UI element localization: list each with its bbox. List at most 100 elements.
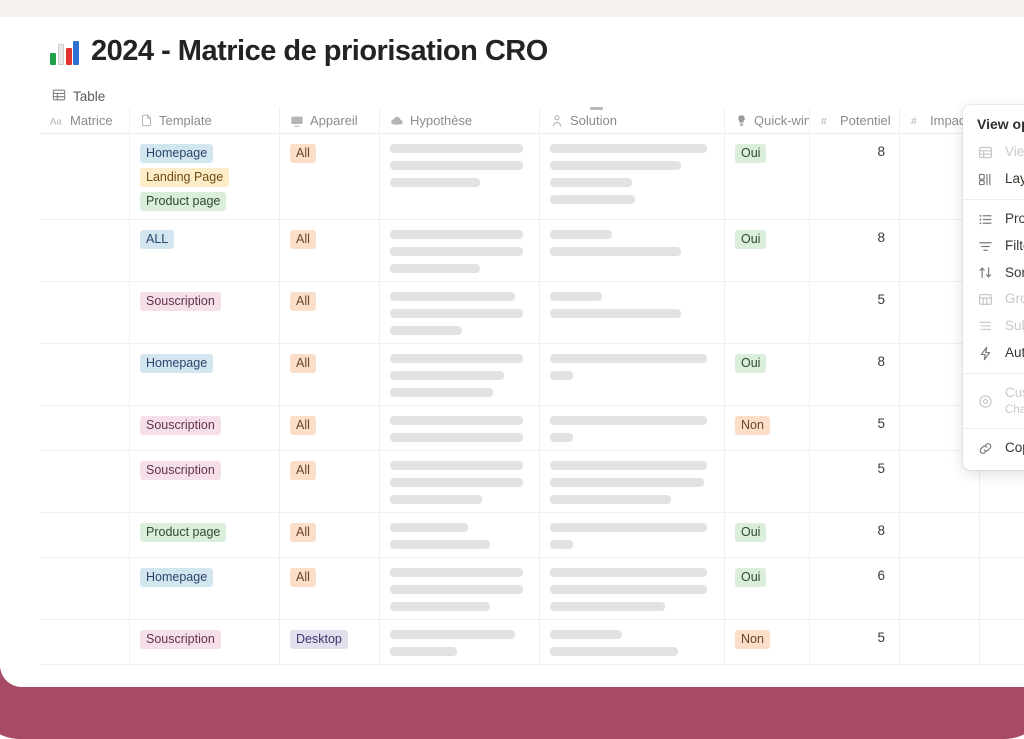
cell-matrice[interactable]	[40, 344, 130, 405]
cell-template[interactable]: Souscription	[130, 620, 280, 664]
cell-impact[interactable]	[900, 558, 980, 619]
column-header-appareil[interactable]: Appareil	[280, 107, 380, 134]
cell-quickwin[interactable]: Oui	[725, 558, 810, 619]
cell-solution[interactable]	[540, 282, 725, 343]
cell-quickwin[interactable]: Non	[725, 620, 810, 664]
template-tag[interactable]: Homepage	[140, 354, 214, 373]
cell-appareil[interactable]: All	[280, 558, 380, 619]
cell-solution[interactable]	[540, 406, 725, 450]
cell-potentiel[interactable]: 8	[810, 344, 900, 405]
template-tag[interactable]: Souscription	[140, 292, 221, 311]
cell-appareil[interactable]: Desktop	[280, 620, 380, 664]
appareil-tag[interactable]: Desktop	[290, 630, 348, 649]
menu-item-properties[interactable]: Properties	[963, 206, 1024, 233]
quickwin-tag[interactable]: Oui	[735, 568, 767, 587]
table-row[interactable]: Souscription All 5	[40, 282, 1024, 344]
cell-hypothese[interactable]	[380, 344, 540, 405]
cell-hypothese[interactable]	[380, 513, 540, 557]
table-row[interactable]: Homepage Landing Page Product page All Oui 8	[40, 134, 1024, 220]
table-row[interactable]: Homepage All Oui 6	[40, 558, 1024, 620]
cell-matrice[interactable]	[40, 134, 130, 219]
cell-template[interactable]: Souscription	[130, 406, 280, 450]
template-tag[interactable]: Landing Page	[140, 168, 230, 187]
template-tag[interactable]: Homepage	[140, 568, 214, 587]
cell-solution[interactable]	[540, 344, 725, 405]
table-row[interactable]: ALL All Oui 8	[40, 220, 1024, 282]
cell-potentiel[interactable]: 5	[810, 620, 900, 664]
template-tag[interactable]: Souscription	[140, 630, 221, 649]
template-tag[interactable]: Product page	[140, 192, 227, 211]
quickwin-tag[interactable]: Oui	[735, 230, 767, 249]
cell-appareil[interactable]: All	[280, 344, 380, 405]
cell-template[interactable]: Product page	[130, 513, 280, 557]
template-tag[interactable]: ALL	[140, 230, 175, 249]
table-row[interactable]: Souscription Desktop Non 5	[40, 620, 1024, 665]
cell-appareil[interactable]: All	[280, 282, 380, 343]
cell-hypothese[interactable]	[380, 134, 540, 219]
cell-hypothese[interactable]	[380, 406, 540, 450]
cell-quickwin[interactable]	[725, 282, 810, 343]
menu-item-view[interactable]: View	[963, 139, 1024, 166]
cell-hypothese[interactable]	[380, 220, 540, 281]
appareil-tag[interactable]: All	[290, 568, 316, 587]
table-row[interactable]: Homepage All Oui 8	[40, 344, 1024, 406]
cell-matrice[interactable]	[40, 451, 130, 512]
cell-solution[interactable]	[540, 220, 725, 281]
table-row[interactable]: Souscription All 5	[40, 451, 1024, 513]
cell-matrice[interactable]	[40, 558, 130, 619]
cell-template[interactable]: Souscription	[130, 282, 280, 343]
cell-potentiel[interactable]: 8	[810, 220, 900, 281]
column-header-solution[interactable]: Solution	[540, 107, 725, 134]
tab-table[interactable]: Table	[50, 85, 107, 108]
cell-matrice[interactable]	[40, 513, 130, 557]
column-header-potentiel[interactable]: # Potentiel	[810, 107, 900, 134]
template-tag[interactable]: Homepage	[140, 144, 214, 163]
cell-matrice[interactable]	[40, 620, 130, 664]
template-tag[interactable]: Product page	[140, 523, 227, 542]
view-options-menu[interactable]: View options View Layout Properties Filter S…	[963, 105, 1024, 471]
cell-impact[interactable]	[900, 620, 980, 664]
cell-solution[interactable]	[540, 558, 725, 619]
cell-potentiel[interactable]: 5	[810, 451, 900, 512]
cell-matrice[interactable]	[40, 220, 130, 281]
menu-item-group[interactable]: Group	[963, 286, 1024, 313]
cell-quickwin[interactable]	[725, 451, 810, 512]
cell-appareil[interactable]: All	[280, 513, 380, 557]
table-row[interactable]: Product page All Oui 8	[40, 513, 1024, 558]
cell-quickwin[interactable]: Oui	[725, 220, 810, 281]
menu-item-copy-link[interactable]: Copy link	[963, 435, 1024, 462]
menu-item-layout[interactable]: Layout	[963, 166, 1024, 193]
cell-template[interactable]: Homepage	[130, 558, 280, 619]
cell-template[interactable]: Souscription	[130, 451, 280, 512]
cell-potentiel[interactable]: 5	[810, 282, 900, 343]
cell-hypothese[interactable]	[380, 451, 540, 512]
template-tag[interactable]: Souscription	[140, 461, 221, 480]
cell-template[interactable]: Homepage	[130, 344, 280, 405]
cell-appareil[interactable]: All	[280, 134, 380, 219]
cell-hypothese[interactable]	[380, 620, 540, 664]
cell-potentiel[interactable]: 5	[810, 406, 900, 450]
menu-item-sort[interactable]: Sort	[963, 260, 1024, 287]
cell-appareil[interactable]: All	[280, 451, 380, 512]
cell-quickwin[interactable]: Oui	[725, 134, 810, 219]
appareil-tag[interactable]: All	[290, 292, 316, 311]
quickwin-tag[interactable]: Oui	[735, 354, 767, 373]
cell-template[interactable]: ALL	[130, 220, 280, 281]
menu-item-automations[interactable]: Automations	[963, 340, 1024, 367]
column-header-template[interactable]: Template	[130, 107, 280, 134]
appareil-tag[interactable]: All	[290, 144, 316, 163]
menu-item-customize[interactable]: Customize Changes apply to everyone	[963, 380, 1024, 422]
cell-hypothese[interactable]	[380, 558, 540, 619]
column-header-hypoth-se[interactable]: Hypothèse	[380, 107, 540, 134]
cell-solution[interactable]	[540, 513, 725, 557]
cell-matrice[interactable]	[40, 406, 130, 450]
cell-potentiel[interactable]: 8	[810, 134, 900, 219]
menu-item-sub-items[interactable]: Sub-items	[963, 313, 1024, 340]
appareil-tag[interactable]: All	[290, 230, 316, 249]
quickwin-tag[interactable]: Non	[735, 630, 770, 649]
cell-potentiel[interactable]: 8	[810, 513, 900, 557]
appareil-tag[interactable]: All	[290, 523, 316, 542]
quickwin-tag[interactable]: Oui	[735, 523, 767, 542]
cell-hypothese[interactable]	[380, 282, 540, 343]
quickwin-tag[interactable]: Non	[735, 416, 770, 435]
